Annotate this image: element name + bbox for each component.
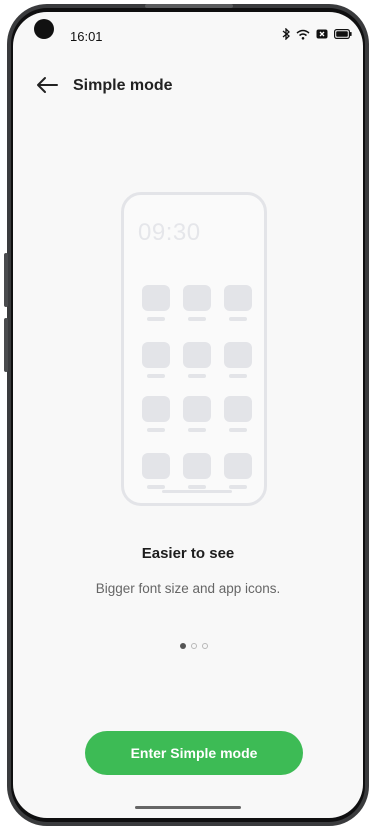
illustration-clock: 09:30 [138,219,201,246]
status-time: 16:01 [70,29,103,44]
app-label-placeholder [147,374,165,378]
app-label-placeholder [188,485,206,489]
status-icons [282,28,352,40]
power-button [4,318,8,372]
battery-icon [334,29,352,39]
app-icon-placeholder [142,453,170,479]
app-label-placeholder [229,485,247,489]
app-icon-placeholder [142,342,170,368]
app-label-placeholder [188,317,206,321]
wifi-icon [296,29,310,40]
feature-description: Bigger font size and app icons. [95,581,281,596]
app-label-placeholder [147,485,165,489]
back-arrow-button[interactable] [36,76,58,94]
page-title: Simple mode [73,77,173,94]
enter-simple-mode-button[interactable]: Enter Simple mode [85,731,303,775]
simple-mode-illustration: 09:30 [121,192,267,506]
bluetooth-icon [282,28,290,40]
app-icon-placeholder [224,396,252,422]
sim-card-disabled-icon [316,29,328,39]
page-dot[interactable] [202,643,208,649]
app-icon-placeholder [183,396,211,422]
page-dot[interactable] [191,643,197,649]
app-label-placeholder [229,428,247,432]
back-arrow-icon [37,77,58,93]
app-label-placeholder [188,374,206,378]
feature-headline: Easier to see [141,545,235,562]
illustration-home-bar [162,490,232,493]
app-icon-placeholder [183,453,211,479]
app-label-placeholder [229,374,247,378]
app-icon-placeholder [142,285,170,311]
app-icon-placeholder [224,342,252,368]
home-indicator[interactable] [135,806,241,809]
app-icon-placeholder [224,285,252,311]
app-icon-placeholder [183,285,211,311]
front-camera [34,19,54,39]
volume-button [4,253,8,307]
device-top-edge [145,4,233,8]
page-dot-active[interactable] [180,643,186,649]
app-icon-placeholder [183,342,211,368]
app-label-placeholder [188,428,206,432]
page-indicator [180,643,208,649]
app-label-placeholder [147,317,165,321]
app-label-placeholder [147,428,165,432]
app-label-placeholder [229,317,247,321]
app-icon-placeholder [142,396,170,422]
app-icon-placeholder [224,453,252,479]
